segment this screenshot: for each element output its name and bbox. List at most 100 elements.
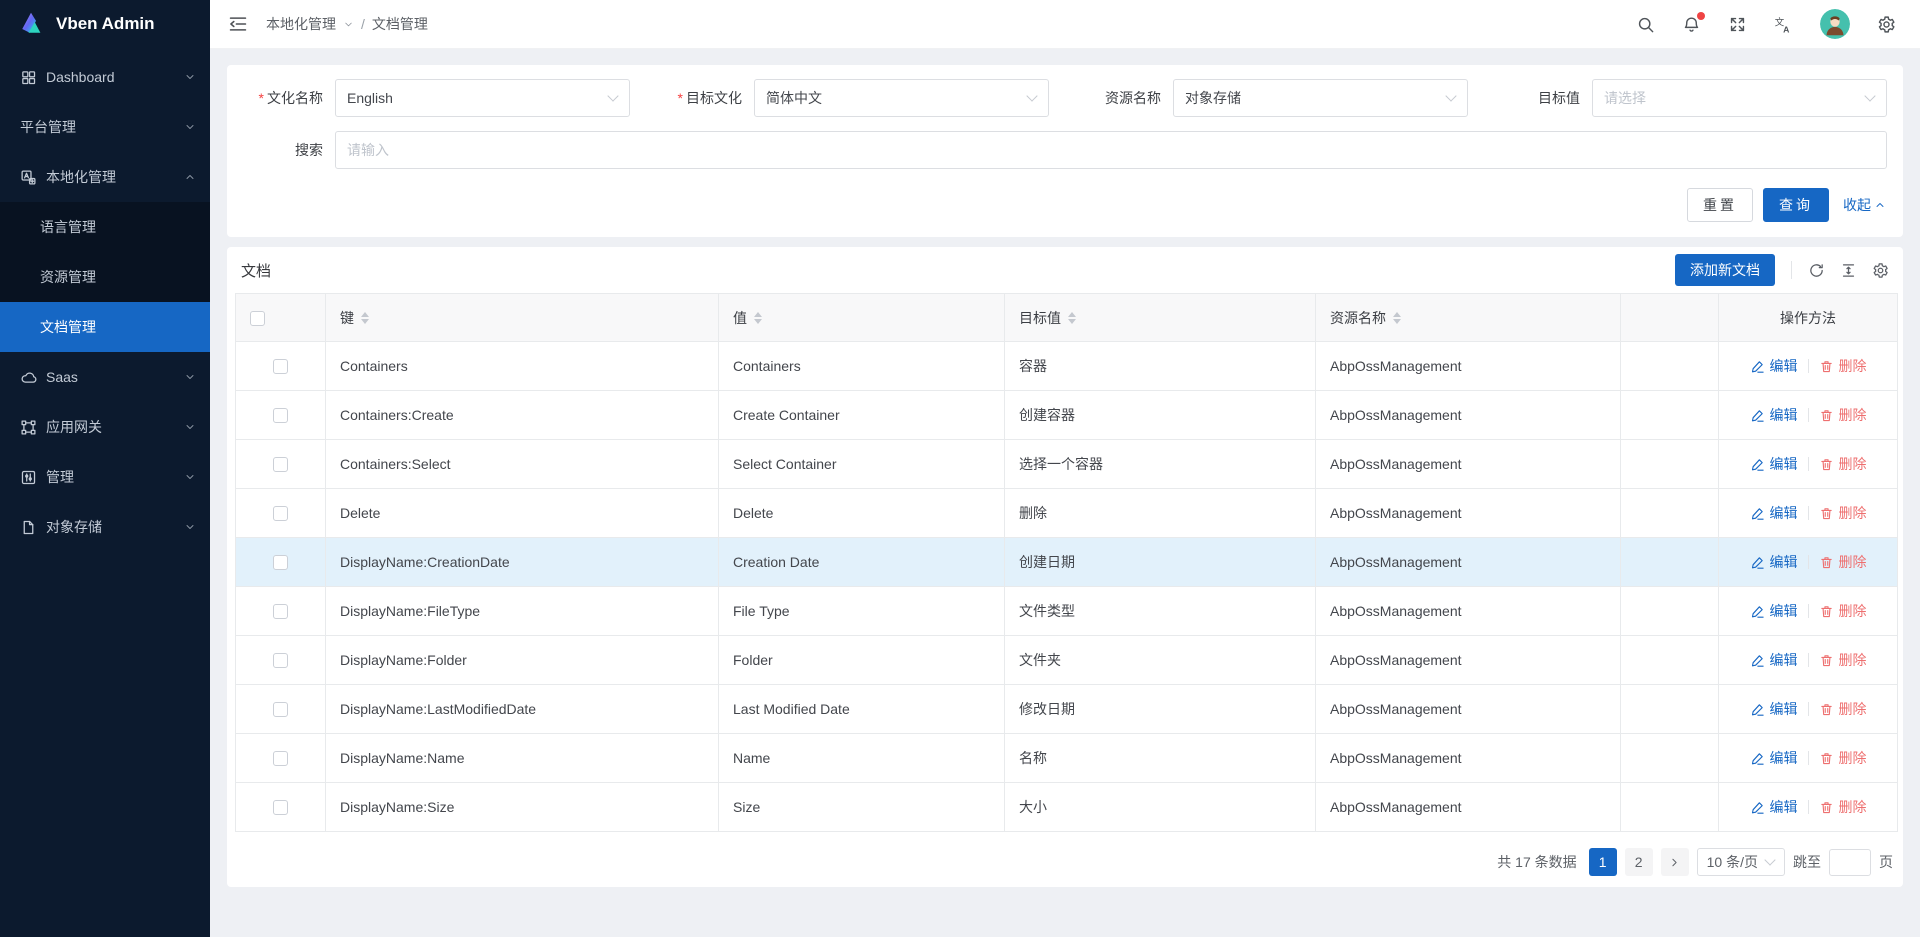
resource-name-select[interactable]: 对象存储 [1173,79,1468,117]
edit-button[interactable]: 编辑 [1750,552,1798,572]
sidebar-item-app-gateway[interactable]: 应用网关 [0,402,210,452]
edit-button[interactable]: 编辑 [1750,748,1798,768]
cell-actions: 编辑 删除 [1719,587,1898,636]
refresh-icon[interactable] [1808,262,1825,279]
breadcrumb-current: 文档管理 [372,14,428,34]
table-row: DisplayName:LastModifiedDate Last Modifi… [236,685,1898,734]
delete-button[interactable]: 删除 [1819,356,1867,376]
row-checkbox[interactable] [273,506,288,521]
add-document-button[interactable]: 添加新文档 [1675,254,1775,286]
jump-page-input[interactable] [1829,849,1871,876]
cell-actions: 编辑 删除 [1719,342,1898,391]
sort-icon[interactable] [1393,312,1401,324]
sidebar-item-saas[interactable]: Saas [0,352,210,402]
target-value-select[interactable]: 请选择 [1592,79,1887,117]
search-icon[interactable] [1636,15,1655,34]
table-row: Delete Delete 删除 AbpOssManagement 编辑 删 [236,489,1898,538]
column-header-resource-name[interactable]: 资源名称 [1316,294,1621,342]
delete-button[interactable]: 删除 [1819,797,1867,817]
delete-button[interactable]: 删除 [1819,650,1867,670]
row-checkbox[interactable] [273,653,288,668]
delete-button[interactable]: 删除 [1819,503,1867,523]
delete-button[interactable]: 删除 [1819,405,1867,425]
edit-button[interactable]: 编辑 [1750,699,1798,719]
delete-button[interactable]: 删除 [1819,552,1867,572]
cell-key: DisplayName:Size [326,783,719,832]
cell-key: Containers:Create [326,391,719,440]
cell-target-value: 容器 [1005,342,1316,391]
column-header-empty [1621,294,1719,342]
sort-icon[interactable] [754,312,762,324]
row-checkbox-cell [236,734,326,783]
settings-icon[interactable] [1872,262,1889,279]
delete-button[interactable]: 删除 [1819,699,1867,719]
page-size-select[interactable]: 10 条/页 [1697,848,1785,876]
target-culture-select[interactable]: 简体中文 [754,79,1049,117]
search-input[interactable] [335,131,1887,169]
column-header-target-value[interactable]: 目标值 [1005,294,1316,342]
action-divider [1808,457,1809,471]
delete-button[interactable]: 删除 [1819,748,1867,768]
sidebar-item-localization-management[interactable]: 本地化管理 [0,152,210,202]
reset-button[interactable]: 重置 [1687,188,1753,222]
sidebar-item-language-management[interactable]: 语言管理 [0,202,210,252]
row-checkbox[interactable] [273,555,288,570]
page-button-1[interactable]: 2 [1625,848,1653,876]
edit-button[interactable]: 编辑 [1750,503,1798,523]
edit-button[interactable]: 编辑 [1750,650,1798,670]
delete-button[interactable]: 删除 [1819,454,1867,474]
cell-value: Create Container [719,391,1005,440]
fullscreen-icon[interactable] [1728,15,1747,34]
collapse-filter-button[interactable]: 收起 [1843,195,1886,215]
row-height-icon[interactable] [1840,262,1857,279]
sort-icon[interactable] [361,312,369,324]
next-page-button[interactable] [1661,848,1689,876]
app-logo[interactable]: Vben Admin [0,0,210,48]
cell-value: Containers [719,342,1005,391]
breadcrumb-caret[interactable] [343,19,354,30]
query-button[interactable]: 查询 [1763,188,1829,222]
search-label: 搜索 [227,140,323,160]
edit-button[interactable]: 编辑 [1750,601,1798,621]
row-checkbox[interactable] [273,800,288,815]
row-checkbox[interactable] [273,702,288,717]
select-caret-icon [1764,854,1775,865]
filter-field-culture-name: *文化名称 English [227,79,646,117]
field-label: 资源名称 [1105,90,1161,106]
sort-icon[interactable] [1068,312,1076,324]
column-header-key[interactable]: 键 [326,294,719,342]
row-checkbox[interactable] [273,751,288,766]
edit-button[interactable]: 编辑 [1750,797,1798,817]
edit-button[interactable]: 编辑 [1750,356,1798,376]
select-all-checkbox[interactable] [250,311,265,326]
cell-target-value: 文件类型 [1005,587,1316,636]
sidebar-item-document-management[interactable]: 文档管理 [0,302,210,352]
translate-icon[interactable]: 文A [1774,15,1793,34]
sidebar-item-management[interactable]: 管理 [0,452,210,502]
sidebar-item-resource-management[interactable]: 资源管理 [0,252,210,302]
delete-button[interactable]: 删除 [1819,601,1867,621]
sidebar-item-platform-management[interactable]: 平台管理 [0,102,210,152]
column-header-value[interactable]: 值 [719,294,1005,342]
row-checkbox[interactable] [273,408,288,423]
chevron-down-icon [184,121,196,133]
chevron-down-icon [184,521,196,533]
avatar[interactable] [1820,9,1850,39]
select-caret-icon [1864,90,1875,101]
edit-icon [1750,555,1765,570]
edit-button[interactable]: 编辑 [1750,405,1798,425]
edit-button[interactable]: 编辑 [1750,454,1798,474]
breadcrumb-parent[interactable]: 本地化管理 [266,14,336,34]
row-checkbox[interactable] [273,604,288,619]
cell-actions: 编辑 删除 [1719,489,1898,538]
culture-name-select[interactable]: English [335,79,630,117]
sidebar-collapse-button[interactable] [228,14,248,34]
row-checkbox[interactable] [273,359,288,374]
gateway-icon [20,419,37,436]
sidebar-item-object-storage[interactable]: 对象存储 [0,502,210,552]
sidebar-item-dashboard[interactable]: Dashboard [0,52,210,102]
bell-icon[interactable] [1682,15,1701,34]
settings-icon[interactable] [1877,15,1896,34]
page-button-0[interactable]: 1 [1589,848,1617,876]
row-checkbox[interactable] [273,457,288,472]
